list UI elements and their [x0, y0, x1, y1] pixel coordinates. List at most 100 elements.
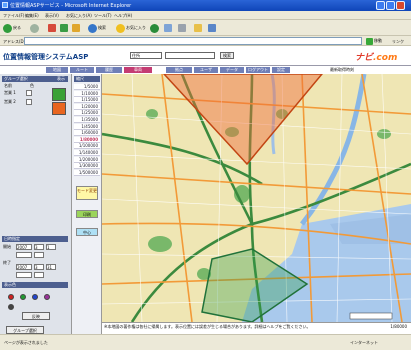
tab-info: 最新取得時刻: [330, 67, 354, 72]
back-button[interactable]: 戻る: [3, 23, 21, 33]
map-canvas[interactable]: [102, 74, 411, 322]
search-type-select[interactable]: 住所: [130, 52, 162, 59]
zoom-level-item[interactable]: 1/300000: [74, 163, 100, 170]
center-button[interactable]: 中心: [76, 228, 98, 236]
menu-file[interactable]: ファイル(F): [3, 13, 24, 19]
year-to-input[interactable]: 2007: [16, 264, 32, 270]
forward-button[interactable]: [30, 23, 39, 33]
minute-to-input[interactable]: [34, 272, 44, 278]
links-label[interactable]: リンク: [392, 39, 404, 45]
search-submit-button[interactable]: 検索: [220, 52, 234, 59]
print-button[interactable]: [178, 23, 186, 33]
zoom-level-item[interactable]: 1/25000: [74, 110, 100, 117]
search-icon: [88, 23, 97, 33]
tab-settings[interactable]: 設定: [272, 67, 290, 73]
vehicle-checkbox[interactable]: [26, 99, 32, 105]
zoom-level-item[interactable]: 1/500000: [74, 169, 100, 176]
forward-arrow-icon: [30, 23, 39, 33]
window-titlebar: 位置情報ASPサービス - Microsoft Internet Explore…: [0, 0, 411, 11]
day-from-input[interactable]: 1: [46, 244, 56, 250]
menu-edit[interactable]: 編集(E): [25, 13, 39, 19]
tab-route[interactable]: ルート: [70, 67, 94, 73]
zoom-level-item[interactable]: 1/200000: [74, 156, 100, 163]
go-button[interactable]: 移動: [366, 37, 390, 45]
history-button[interactable]: [150, 23, 159, 33]
home-icon: [72, 24, 80, 32]
minute-from-input[interactable]: [34, 252, 44, 258]
color-dot-red[interactable]: [8, 294, 14, 300]
star-icon: [116, 23, 125, 33]
app-header: 位置情報管理システムASP 住所 検索 ナビ.com: [0, 46, 411, 66]
menu-tools[interactable]: ツール(T): [94, 13, 112, 19]
back-arrow-icon: [3, 23, 12, 33]
color-dot-green[interactable]: [20, 294, 26, 300]
zone-text: インターネット: [350, 340, 378, 345]
zoom-level-item[interactable]: 1/140000: [74, 150, 100, 156]
time-to-input[interactable]: [16, 272, 32, 278]
tab-map[interactable]: 地図: [46, 67, 68, 73]
zoom-level-item[interactable]: 1/20000: [74, 103, 100, 110]
tab-base[interactable]: 拠点: [166, 67, 192, 73]
history-icon: [150, 23, 159, 33]
search-button[interactable]: 検索: [88, 23, 106, 33]
month-from-input[interactable]: 3: [34, 244, 44, 250]
color-dot-blue[interactable]: [32, 294, 38, 300]
tab-logout[interactable]: ログアウト: [246, 67, 270, 73]
color-dot-purple[interactable]: [44, 294, 50, 300]
ie-icon: [2, 2, 8, 8]
apply-button[interactable]: 反映: [22, 312, 50, 320]
vehicle-color-swatch[interactable]: [52, 102, 66, 115]
address-label: アドレス(D): [3, 39, 26, 44]
stop-icon: [48, 24, 56, 32]
favorites-button[interactable]: お気に入り: [116, 23, 146, 33]
zoom-level-item[interactable]: 1/60000: [74, 130, 100, 137]
stop-button[interactable]: [48, 23, 56, 33]
month-to-input[interactable]: 3: [34, 264, 44, 270]
browser-toolbar: 戻る 検索 お気に入り: [0, 20, 411, 36]
zoom-level-item[interactable]: 1/5000: [74, 84, 100, 90]
zoom-level-item[interactable]: 1/45000: [74, 123, 100, 130]
home-button[interactable]: [72, 23, 80, 33]
search-input[interactable]: [165, 52, 215, 59]
zoom-level-item[interactable]: 1/35000: [74, 117, 100, 123]
tab-history[interactable]: 履歴: [96, 67, 122, 73]
year-from-input[interactable]: 2007: [16, 244, 32, 250]
footer-note: ※本地図の著作権は各社に帰属します。表示位置には誤差が生じる場合があります。詳細…: [104, 324, 311, 329]
zoom-level-item[interactable]: 1/10000: [74, 90, 100, 97]
close-button[interactable]: [396, 1, 405, 10]
minimize-button[interactable]: [376, 1, 385, 10]
vehicle-checkbox[interactable]: [26, 90, 32, 96]
zoom-level-item[interactable]: 1/80000: [74, 136, 100, 143]
day-to-input[interactable]: 31: [46, 264, 56, 270]
zoom-level-item[interactable]: 1/100000: [74, 143, 100, 150]
zoom-level-item[interactable]: 1/15000: [74, 97, 100, 104]
time-from-input[interactable]: [16, 252, 32, 258]
messenger-icon: [208, 24, 216, 32]
messenger-button[interactable]: [208, 23, 216, 33]
mail-button[interactable]: [164, 23, 172, 33]
refresh-button[interactable]: [60, 23, 68, 33]
menu-favorites[interactable]: お気に入り(A): [66, 13, 92, 19]
col-name-header: 名前: [4, 83, 12, 88]
tab-data[interactable]: データ: [220, 67, 244, 73]
vehicle-color-swatch[interactable]: [52, 88, 66, 101]
tab-user[interactable]: ユーザ: [194, 67, 218, 73]
tabs-row: 地図 ルート 履歴 車両 拠点 ユーザ データ ログアウト 設定 最新取得時刻: [0, 66, 411, 74]
print-map-button[interactable]: 印刷: [76, 210, 98, 218]
map-area[interactable]: [102, 74, 411, 322]
menu-view[interactable]: 表示(V): [45, 13, 59, 19]
maximize-button[interactable]: [386, 1, 395, 10]
tab-vehicle[interactable]: 車両: [124, 67, 152, 73]
folder-icon: [194, 24, 202, 32]
window-title: 位置情報ASPサービス - Microsoft Internet Explore…: [10, 3, 132, 9]
print-icon: [178, 24, 186, 32]
color-dot-black[interactable]: [8, 304, 14, 310]
brand-logo: ナビ.com: [355, 53, 398, 63]
address-bar: アドレス(D) 移動 リンク: [0, 36, 411, 46]
folder-button[interactable]: [194, 23, 202, 33]
vehicle-panel-header: グループ選択 表示: [2, 76, 68, 82]
group-select-button[interactable]: グループ選択: [6, 326, 44, 334]
mode-change-button[interactable]: モード変更: [76, 186, 98, 200]
menu-help[interactable]: ヘルプ(H): [114, 13, 132, 19]
address-input[interactable]: [24, 37, 362, 45]
